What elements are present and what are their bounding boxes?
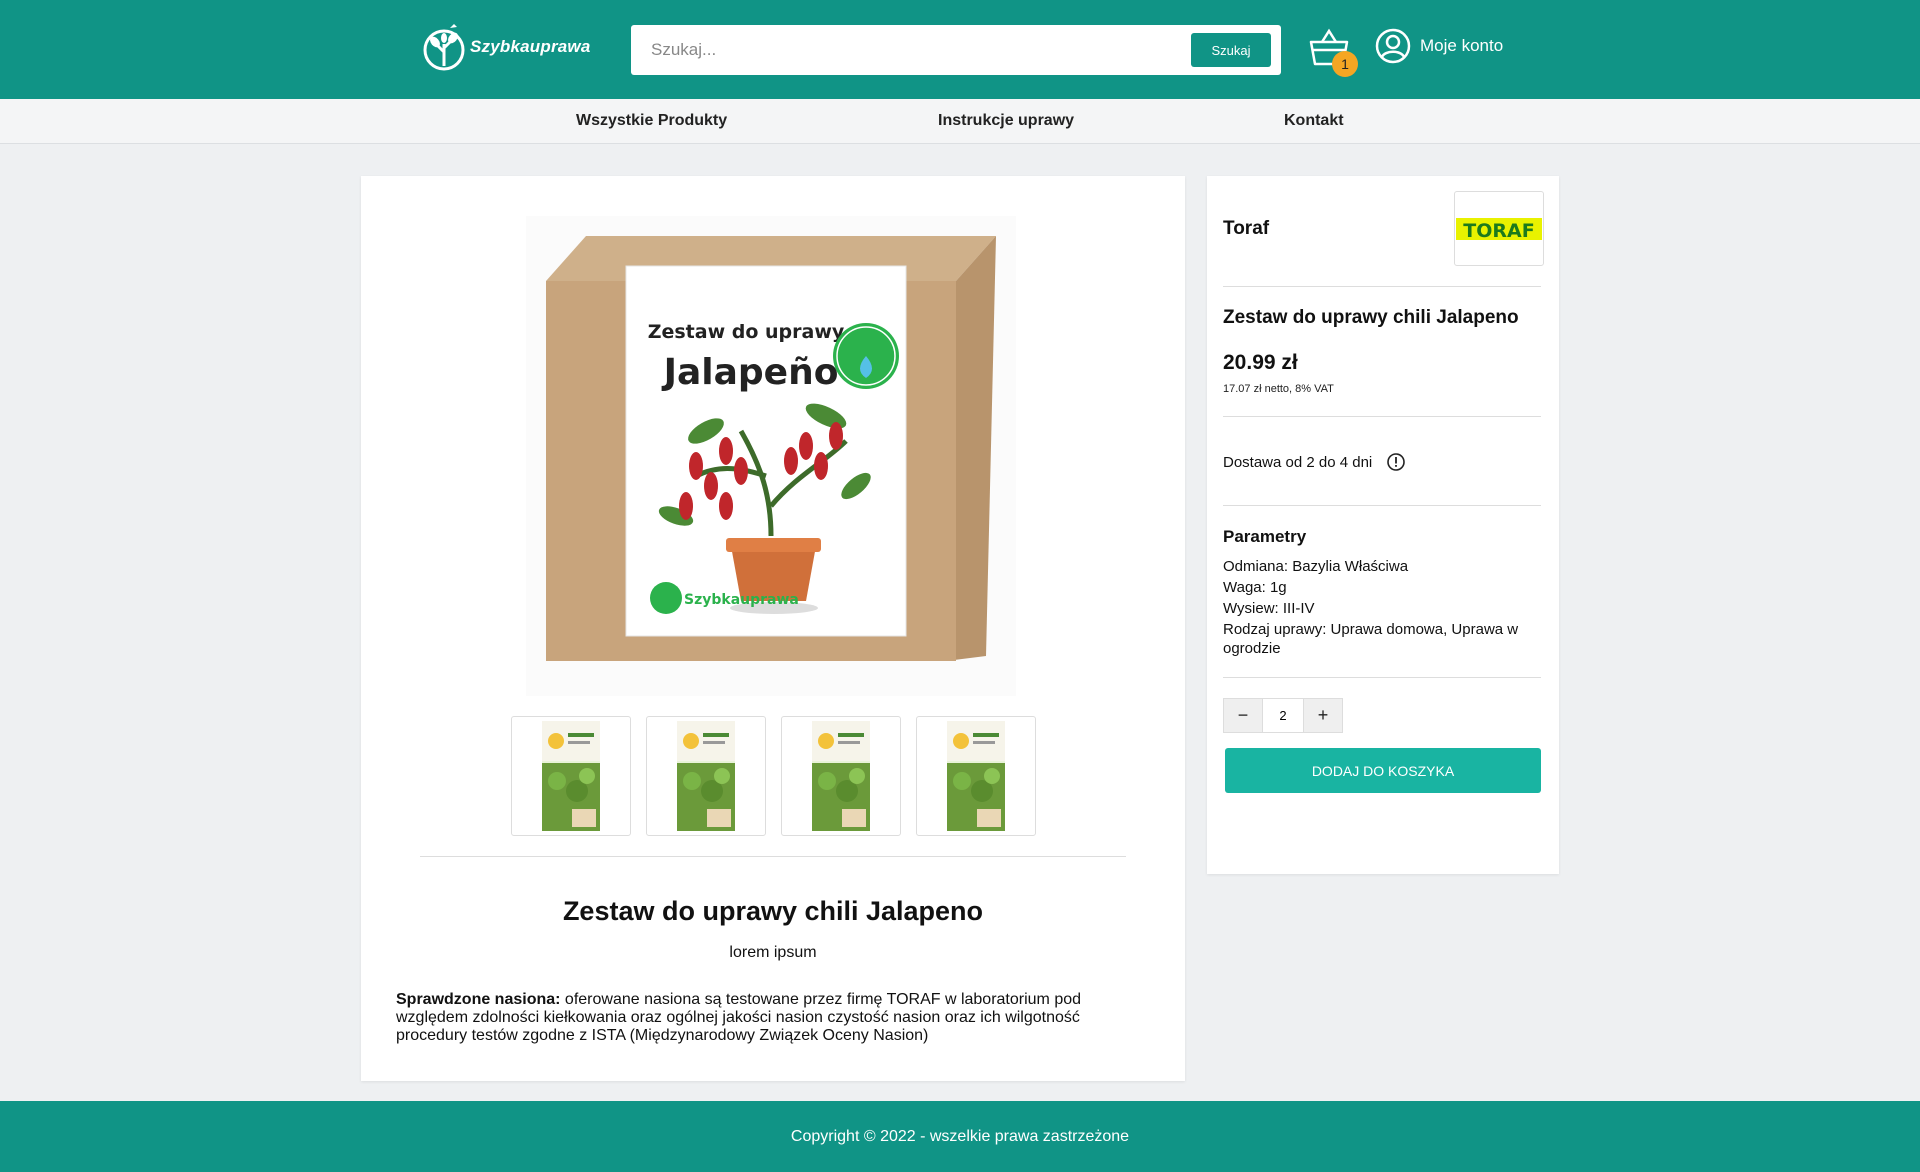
product-purchase-card: Toraf TORAF Zestaw do uprawy chili Jalap…: [1207, 176, 1559, 874]
user-icon: [1375, 28, 1411, 64]
divider: [1223, 286, 1541, 287]
divider: [1223, 416, 1541, 417]
logo-icon: [423, 24, 465, 71]
quantity-increase-button[interactable]: +: [1303, 698, 1343, 733]
brand-name: Toraf: [1223, 218, 1270, 239]
thumbnail-strip: [511, 716, 1036, 836]
product-main-image[interactable]: Zestaw do uprawy Jalapeño Szybkauprawa: [526, 216, 1016, 696]
brand-logo-text: TORAF: [1463, 220, 1534, 242]
thumbnail[interactable]: [646, 716, 766, 836]
nav-item-all-products[interactable]: Wszystkie Produkty: [576, 112, 727, 130]
nav-item-instructions[interactable]: Instrukcje uprawy: [938, 112, 1074, 130]
quantity-decrease-button[interactable]: −: [1223, 698, 1263, 733]
param-cultivation-type: Rodzaj uprawy: Uprawa domowa, Uprawa w o…: [1223, 621, 1519, 657]
params-list: Odmiana: Bazylia Właściwa Waga: 1g Wysie…: [1223, 557, 1543, 660]
footer: Copyright © 2022 - wszelkie prawa zastrz…: [0, 1101, 1920, 1172]
search-bar: Szukaj: [631, 25, 1281, 75]
search-button[interactable]: Szukaj: [1191, 33, 1271, 67]
account-label: Moje konto: [1420, 36, 1504, 55]
search-input[interactable]: [641, 33, 1161, 67]
box-name: Jalapeño: [661, 352, 839, 393]
param-weight: Waga: 1g: [1223, 579, 1287, 596]
brand-logo[interactable]: TORAF: [1454, 191, 1544, 266]
product-gallery-card: Zestaw do uprawy Jalapeño Szybkauprawa Z…: [361, 176, 1185, 1081]
product-box-illustration: Zestaw do uprawy Jalapeño Szybkauprawa: [546, 236, 996, 661]
info-icon[interactable]: [1386, 452, 1406, 472]
product-title: Zestaw do uprawy chili Jalapeno: [562, 896, 984, 926]
param-variety: Odmiana: Bazylia Właściwa: [1223, 558, 1409, 575]
quantity-stepper: − +: [1223, 698, 1343, 733]
product-description: Sprawdzone nasiona: oferowane nasiona są…: [396, 991, 1106, 1045]
box-heading: Zestaw do uprawy: [648, 321, 845, 343]
delivery-info: Dostawa od 2 do 4 dni: [1223, 452, 1406, 472]
site-logo[interactable]: Szybkauprawa: [422, 22, 591, 72]
thumbnail[interactable]: [511, 716, 631, 836]
nav-item-contact[interactable]: Kontakt: [1284, 112, 1344, 130]
params-title: Parametry: [1223, 527, 1307, 546]
logo-text: Szybkauprawa: [470, 37, 591, 56]
cart-button[interactable]: 1: [1308, 28, 1358, 78]
account-link[interactable]: Moje konto: [1375, 28, 1503, 64]
main-nav: Wszystkie Produkty Instrukcje uprawy Kon…: [0, 99, 1920, 144]
delivery-text: Dostawa od 2 do 4 dni: [1223, 453, 1373, 471]
divider: [1223, 677, 1541, 678]
product-subtitle: lorem ipsum: [729, 944, 817, 961]
divider: [1223, 505, 1541, 506]
header: Szybkauprawa Szukaj 1 Moje konto: [0, 0, 1920, 99]
cart-count-badge: 1: [1332, 51, 1358, 77]
quantity-input[interactable]: [1263, 698, 1303, 733]
product-price-net: 17.07 zł netto, 8% VAT: [1223, 383, 1334, 395]
thumbnail[interactable]: [781, 716, 901, 836]
side-product-title: Zestaw do uprawy chili Jalapeno: [1223, 307, 1519, 328]
param-sowing: Wysiew: III-IV: [1223, 600, 1315, 617]
box-brand: Szybkauprawa: [684, 592, 799, 608]
description-label: Sprawdzone nasiona:: [396, 991, 561, 1008]
product-price: 20.99 zł: [1223, 351, 1298, 374]
divider: [420, 856, 1126, 857]
add-to-cart-button[interactable]: DODAJ DO KOSZYKA: [1225, 748, 1541, 793]
thumbnail[interactable]: [916, 716, 1036, 836]
copyright-text: Copyright © 2022 - wszelkie prawa zastrz…: [790, 1128, 1130, 1145]
